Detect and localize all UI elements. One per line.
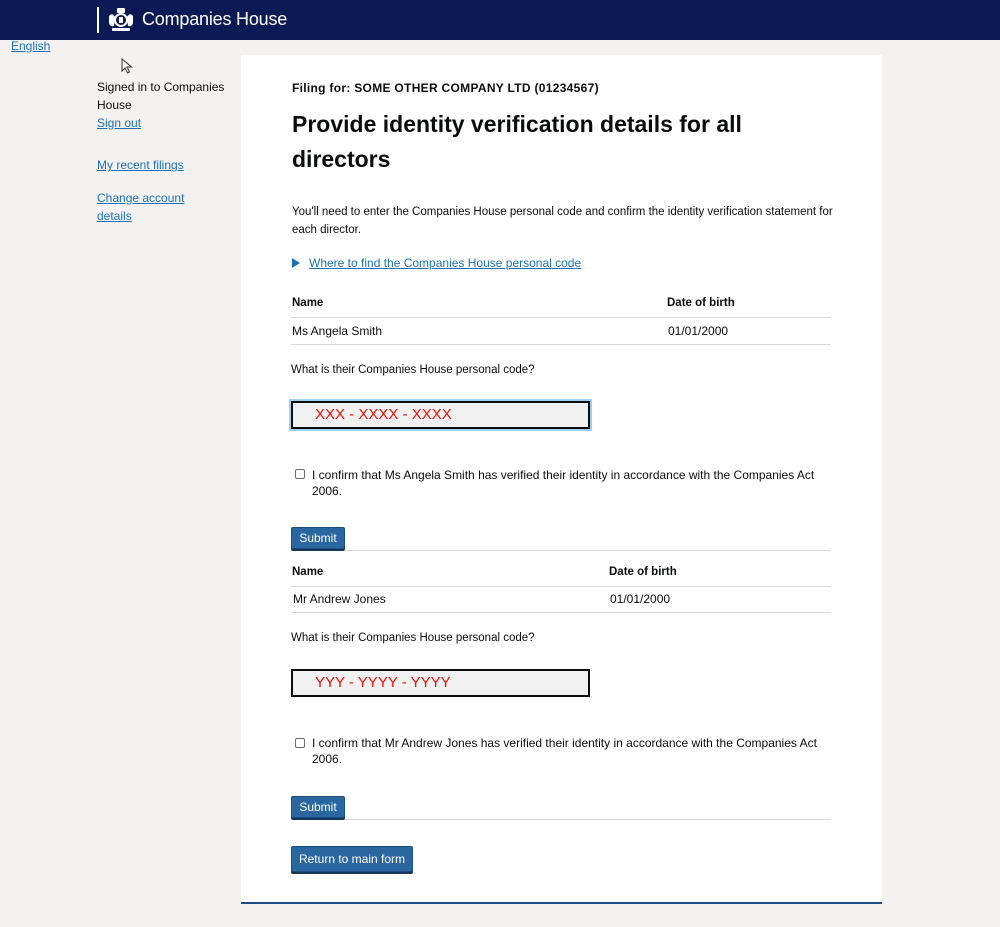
mouse-cursor-icon	[121, 58, 133, 74]
panel-bottom-border	[241, 902, 882, 904]
header-rule	[0, 37, 1000, 40]
personal-code-help-details[interactable]: Where to find the Companies House person…	[292, 256, 581, 270]
brand-name[interactable]: Companies House	[142, 9, 287, 30]
language-link[interactable]: English	[11, 39, 50, 53]
sidebar: Signed in to Companies House Sign out My…	[97, 78, 227, 225]
filing-for-caption: Filing for: SOME OTHER COMPANY LTD (0123…	[292, 81, 599, 95]
director-name: Mr Andrew Jones	[293, 592, 386, 606]
confirm-checkbox[interactable]	[295, 738, 305, 748]
section-divider	[345, 550, 831, 551]
personal-code-input[interactable]: XXX - XXXX - XXXX	[291, 401, 590, 429]
royal-crest-icon	[109, 8, 133, 31]
director-dob: 01/01/2000	[610, 592, 671, 606]
personal-code-question: What is their Companies House personal c…	[291, 364, 535, 376]
return-to-main-form-button[interactable]: Return to main form	[291, 846, 413, 872]
submit-button[interactable]: Submit	[291, 527, 345, 549]
submit-button[interactable]: Submit	[291, 796, 345, 818]
expand-triangle-icon	[292, 258, 300, 268]
confirm-statement: I confirm that Ms Angela Smith has verif…	[312, 468, 815, 498]
page-title: Provide identity verification details fo…	[292, 111, 742, 172]
personal-code-input[interactable]: YYY - YYYY - YYYY	[291, 669, 590, 697]
confirm-statement: I confirm that Mr Andrew Jones has verif…	[312, 736, 817, 766]
recent-filings-link[interactable]: My recent filings	[97, 156, 227, 174]
table-divider	[291, 586, 831, 587]
table-divider	[291, 612, 831, 613]
brand-divider	[97, 7, 99, 33]
sign-out-link[interactable]: Sign out	[97, 114, 227, 132]
personal-code-question: What is their Companies House personal c…	[291, 632, 535, 644]
signed-in-text: Signed in to Companies House	[97, 80, 225, 112]
table-divider	[291, 344, 831, 345]
intro-text: You'll need to enter the Companies House…	[292, 206, 833, 236]
change-account-details-link[interactable]: Change account details	[97, 189, 197, 225]
confirm-checkbox[interactable]	[295, 469, 305, 479]
dob-column-header: Date of birth	[609, 566, 677, 578]
dob-column-header: Date of birth	[667, 297, 735, 309]
director-name: Ms Angela Smith	[292, 324, 383, 338]
name-column-header: Name	[292, 297, 324, 309]
director-dob: 01/01/2000	[668, 324, 729, 338]
table-divider	[291, 317, 831, 318]
personal-code-help-link[interactable]: Where to find the Companies House person…	[309, 256, 581, 270]
name-column-header: Name	[292, 566, 324, 578]
section-divider	[345, 819, 831, 820]
